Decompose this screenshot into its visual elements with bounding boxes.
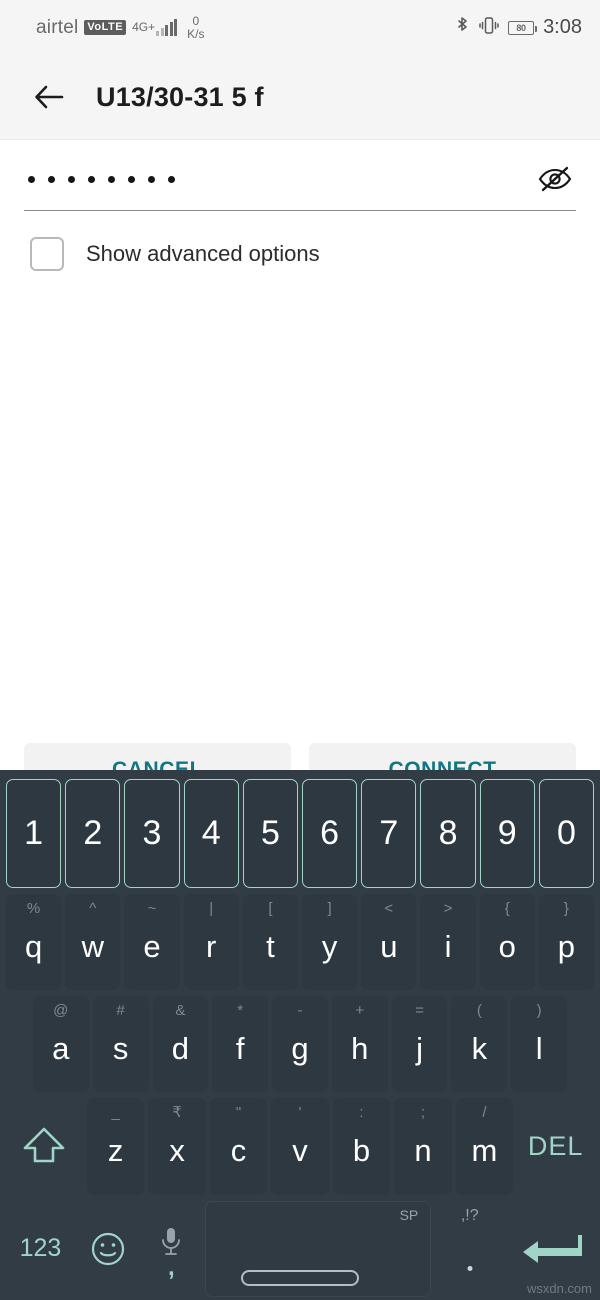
- page-title: U13/30-31 5 f: [96, 81, 264, 112]
- clock-label: 3:08: [543, 16, 582, 38]
- key-h[interactable]: + h: [331, 995, 388, 1093]
- keyboard-row-zxcv: _ z ₹ x " c ' v :b ; n / m DEL: [4, 1095, 596, 1197]
- advanced-options-label: Show advanced options: [86, 241, 320, 266]
- phone-screen: airtel VoLTE 4G+ 0 K/s 80 3:08 U13/30-31…: [0, 0, 600, 1300]
- data-speed-unit: K/s: [187, 26, 205, 41]
- key-w[interactable]: ^ w: [65, 893, 121, 990]
- key-3[interactable]: 3: [124, 779, 180, 888]
- key-8[interactable]: 8: [420, 779, 476, 888]
- key-m[interactable]: / m: [455, 1098, 514, 1195]
- advanced-options-row[interactable]: Show advanced options: [24, 237, 576, 271]
- status-bar: airtel VoLTE 4G+ 0 K/s 80 3:08: [0, 0, 600, 55]
- advanced-options-checkbox[interactable]: [30, 237, 64, 271]
- keyboard-row-qwerty: % q ^ w ~ e | r [t ] y < u > i {o } p: [4, 891, 596, 993]
- key-y[interactable]: ] y: [302, 893, 358, 990]
- row-spacer-right: [569, 993, 596, 1095]
- key-a[interactable]: @ a: [32, 995, 89, 1093]
- keyboard-row-asdf: @ a # s & d * f -g + h = j (k ) l: [4, 993, 596, 1095]
- home-indicator[interactable]: [241, 1270, 359, 1286]
- key-6[interactable]: 6: [302, 779, 358, 888]
- key-4[interactable]: 4: [183, 779, 239, 888]
- key-u[interactable]: < u: [361, 893, 417, 990]
- carrier-label: airtel: [36, 16, 79, 38]
- symbols-key-123[interactable]: 123: [6, 1201, 75, 1297]
- key-9[interactable]: 9: [479, 779, 535, 888]
- row-spacer-left: [4, 993, 31, 1095]
- bluetooth-icon: [455, 16, 470, 40]
- key-r[interactable]: | r: [183, 893, 239, 990]
- key-k[interactable]: (k: [451, 995, 508, 1093]
- key-e[interactable]: ~ e: [124, 893, 180, 990]
- password-input[interactable]: [28, 162, 175, 196]
- key-t[interactable]: [t: [242, 893, 299, 990]
- key-j[interactable]: = j: [391, 995, 448, 1093]
- key-7[interactable]: 7: [361, 779, 417, 888]
- back-arrow-icon[interactable]: [30, 78, 68, 116]
- key-2[interactable]: 2: [65, 779, 121, 888]
- app-bar: U13/30-31 5 f: [0, 55, 600, 140]
- vibrate-icon: [479, 16, 499, 40]
- key-z[interactable]: _ z: [86, 1098, 145, 1195]
- keyboard-row-numbers: 1 2 3 4 5 6 7 8 9 0: [4, 776, 596, 891]
- network-type-label: 4G+: [132, 19, 156, 34]
- key-f[interactable]: * f: [212, 995, 269, 1093]
- period-dot-icon: [467, 1266, 473, 1271]
- key-d[interactable]: & d: [152, 995, 209, 1093]
- key-b[interactable]: :b: [332, 1098, 391, 1195]
- eye-off-icon[interactable]: [537, 164, 573, 194]
- on-screen-keyboard: 1 2 3 4 5 6 7 8 9 0 % q ^ w ~ e | r [t ] y < u…: [0, 770, 600, 1300]
- key-s[interactable]: # s: [92, 995, 149, 1093]
- key-o[interactable]: {o: [479, 893, 535, 990]
- data-speed-value: 0: [192, 13, 200, 28]
- dialog-content: Show advanced options: [0, 140, 600, 735]
- key-x[interactable]: ₹ x: [148, 1098, 206, 1195]
- space-label: SP: [399, 1206, 419, 1223]
- key-5[interactable]: 5: [242, 779, 299, 888]
- key-0[interactable]: 0: [538, 779, 595, 888]
- key-i[interactable]: > i: [420, 893, 476, 990]
- period-key[interactable]: ,!?: [435, 1201, 504, 1297]
- watermark-label: wsxdn.com: [526, 1281, 592, 1296]
- signal-group: 4G+: [132, 18, 178, 36]
- battery-level: 80: [516, 22, 526, 33]
- key-q[interactable]: % q: [6, 893, 62, 990]
- password-field-row[interactable]: [24, 162, 576, 211]
- mic-comma-hint: ,: [168, 1254, 175, 1281]
- shift-icon[interactable]: [6, 1098, 83, 1194]
- delete-key[interactable]: DEL: [517, 1098, 594, 1194]
- key-v[interactable]: ' v: [271, 1098, 329, 1195]
- volte-badge: VoLTE: [84, 20, 127, 35]
- signal-bars-icon: [156, 18, 178, 36]
- battery-icon: 80: [508, 20, 538, 35]
- data-speed: 0 K/s: [187, 15, 204, 40]
- key-c[interactable]: " c: [209, 1098, 268, 1195]
- key-l[interactable]: ) l: [511, 995, 568, 1093]
- key-g[interactable]: -g: [272, 995, 328, 1093]
- key-n[interactable]: ; n: [394, 1098, 452, 1195]
- status-bar-right: 80 3:08: [455, 16, 582, 40]
- key-p[interactable]: } p: [538, 893, 595, 990]
- status-bar-left: airtel VoLTE 4G+ 0 K/s: [36, 15, 204, 40]
- key-1[interactable]: 1: [6, 779, 62, 888]
- microphone-icon[interactable]: ,: [142, 1201, 201, 1297]
- smiley-icon[interactable]: [79, 1201, 138, 1297]
